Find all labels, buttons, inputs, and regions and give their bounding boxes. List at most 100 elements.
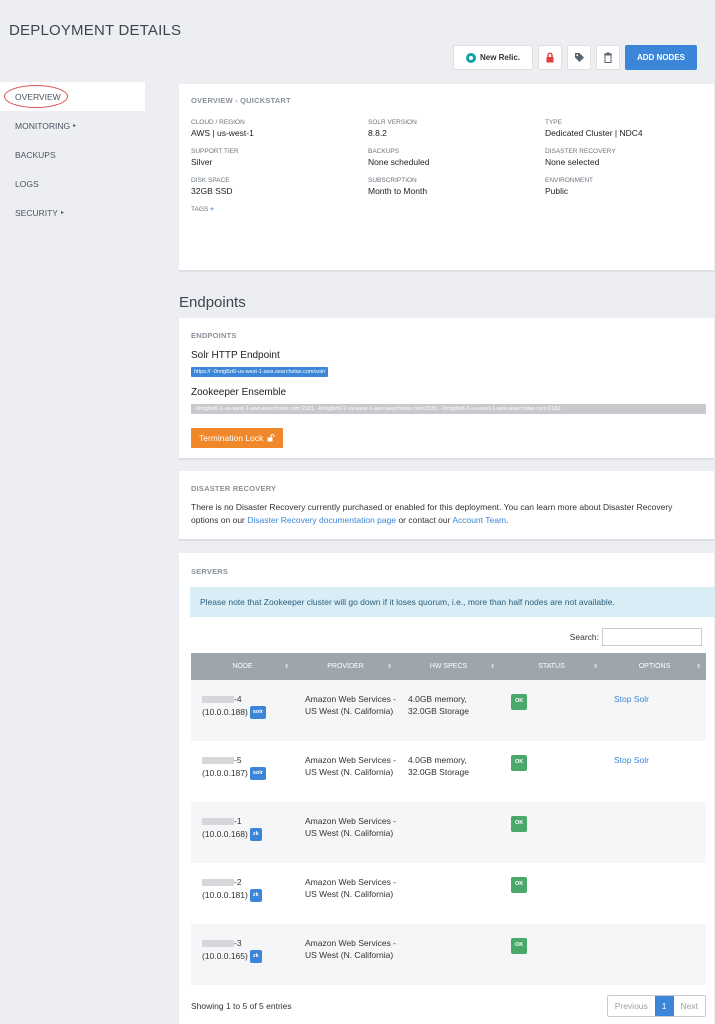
tag-button[interactable]: [567, 45, 591, 70]
sidebar-item-logs[interactable]: LOGS: [0, 169, 145, 198]
options-cell: Stop Solr: [603, 741, 706, 802]
field-disk-space: DISK SPACE 32GB SSD: [191, 177, 368, 196]
node-role-badge: zk: [249, 949, 262, 963]
column-header-provider[interactable]: PROVIDER ⬍: [294, 653, 397, 680]
options-cell: [603, 924, 706, 985]
sidebar-item-label: BACKUPS: [15, 149, 56, 160]
endpoints-section-title: Endpoints: [179, 294, 246, 311]
field-value: Dedicated Cluster | NDC4: [545, 128, 643, 138]
field-label: SUPPORT TIER: [191, 148, 239, 155]
quorum-note: Please note that Zookeeper cluster will …: [190, 587, 715, 617]
search-input[interactable]: [602, 628, 702, 646]
node-suffix: -2: [234, 877, 242, 887]
field-label: SUBSCRIPTION: [368, 177, 417, 184]
node-cell: -2 (10.0.0.181) zk: [191, 863, 294, 924]
column-header-node[interactable]: NODE ⬍: [191, 653, 294, 680]
node-cell: -4 (10.0.0.188) solr: [191, 680, 294, 741]
node-suffix: -5: [234, 755, 242, 765]
servers-table: NODE ⬍ PROVIDER ⬍ HW SPECS ⬍ STATUS ⬍ OPTION…: [191, 653, 706, 985]
field-subscription: SUBSCRIPTION Month to Month: [368, 177, 545, 196]
sidebar-item-security[interactable]: SECURITY ▸: [0, 198, 145, 227]
dr-documentation-link[interactable]: Disaster Recovery documentation page: [247, 515, 396, 525]
field-label: ENVIRONMENT: [545, 177, 594, 184]
field-label: DISASTER RECOVERY: [545, 148, 616, 155]
column-header-options[interactable]: OPTIONS ⬍: [603, 653, 706, 680]
redacted-name: [202, 940, 234, 948]
provider-cell: Amazon Web Services - US West (N. Califo…: [294, 924, 397, 985]
field-value: AWS | us-west-1: [191, 128, 254, 138]
hw-memory: 4.0GB memory,: [408, 755, 467, 765]
dr-text-part: .: [506, 515, 509, 525]
table-row: -2 (10.0.0.181) zk Amazon Web Services - U…: [191, 863, 706, 924]
provider-cell: Amazon Web Services - US West (N. Califo…: [294, 741, 397, 802]
new-relic-label: New Relic.: [479, 53, 520, 62]
new-relic-icon: [465, 52, 476, 63]
previous-page-button[interactable]: Previous: [608, 996, 655, 1016]
field-value: Public: [545, 186, 569, 196]
solr-endpoint-url[interactable]: https:// -0mtg8zi6-us-west-1-aws.searchs…: [191, 367, 329, 377]
termination-lock-button[interactable]: Termination Lock: [191, 428, 283, 448]
field-value: Silver: [191, 157, 213, 167]
sidebar-item-label: MONITORING: [15, 120, 71, 131]
stop-solr-link[interactable]: Stop Solr: [614, 755, 649, 765]
status-cell: OK: [500, 802, 603, 863]
tags-label: TAGS: [191, 206, 209, 213]
header-label: HW SPECS: [429, 663, 468, 670]
next-page-button[interactable]: Next: [674, 996, 705, 1016]
hw-storage: 32.0GB Storage: [408, 766, 469, 777]
tag-icon: [574, 53, 584, 62]
hw-specs-cell: [397, 924, 500, 985]
sort-icon: ⬍: [386, 664, 392, 670]
table-row: -4 (10.0.0.188) solr Amazon Web Services -…: [191, 680, 706, 741]
lock-button[interactable]: [538, 45, 562, 70]
page-1-button[interactable]: 1: [654, 996, 674, 1016]
field-value: Month to Month: [368, 186, 428, 196]
entries-info: Showing 1 to 5 of 5 entries: [191, 1001, 292, 1011]
options-cell: [603, 802, 706, 863]
sort-icon: ⬍: [592, 664, 598, 670]
disaster-recovery-text: There is no Disaster Recovery currently …: [191, 501, 702, 527]
sort-icon: ⬍: [695, 664, 701, 670]
field-disaster-recovery: DISASTER RECOVERY None selected: [545, 148, 705, 167]
options-cell: Stop Solr: [603, 680, 706, 741]
search-label: Search:: [569, 632, 599, 642]
node-role-badge: solr: [249, 766, 266, 780]
field-solr-version: SOLR VERSION 8.8.2: [368, 119, 545, 138]
status-badge: OK: [511, 816, 528, 832]
delete-button[interactable]: [596, 45, 620, 70]
redacted-name: [202, 818, 234, 826]
node-cell: -3 (10.0.0.165) zk: [191, 924, 294, 985]
sidebar-item-monitoring[interactable]: MONITORING ▸: [0, 111, 145, 140]
redacted-name: [202, 879, 234, 887]
add-nodes-button[interactable]: ADD NODES: [625, 45, 697, 70]
status-cell: OK: [500, 741, 603, 802]
redacted-name: [202, 696, 234, 704]
hw-specs-cell: [397, 802, 500, 863]
node-role-badge: zk: [249, 888, 262, 902]
hw-specs-cell: 4.0GB memory, 32.0GB Storage: [397, 741, 500, 802]
sidebar-item-backups[interactable]: BACKUPS: [0, 140, 145, 169]
status-cell: OK: [500, 924, 603, 985]
search-row: Search:: [191, 628, 702, 646]
table-row: -5 (10.0.0.187) solr Amazon Web Services -…: [191, 741, 706, 802]
disaster-recovery-panel: DISASTER RECOVERY There is no Disaster R…: [179, 471, 714, 541]
stop-solr-link[interactable]: Stop Solr: [614, 694, 649, 704]
node-ip: (10.0.0.181): [202, 889, 248, 900]
zookeeper-url[interactable]: -0mtg8zi6-1-us-west-1-aws.searchstax.com…: [191, 404, 706, 414]
tags-row: TAGS +: [191, 206, 702, 213]
options-cell: [603, 863, 706, 924]
header-label: NODE: [232, 663, 253, 670]
sidebar-item-overview[interactable]: OVERVIEW: [0, 82, 145, 111]
provider-cell: Amazon Web Services - US West (N. Califo…: [294, 680, 397, 741]
new-relic-button[interactable]: New Relic.: [453, 45, 533, 70]
overview-fields: CLOUD / REGION AWS | us-west-1 SOLR VERSI…: [191, 119, 702, 196]
hw-specs-cell: 4.0GB memory, 32.0GB Storage: [397, 680, 500, 741]
table-row: -1 (10.0.0.168) zk Amazon Web Services - U…: [191, 802, 706, 863]
node-ip: (10.0.0.165): [202, 950, 248, 961]
column-header-hw-specs[interactable]: HW SPECS ⬍: [397, 653, 500, 680]
column-header-status[interactable]: STATUS ⬍: [500, 653, 603, 680]
account-team-link[interactable]: Account Team: [452, 515, 506, 525]
servers-heading: SERVERS: [191, 567, 229, 576]
field-label: CLOUD / REGION: [191, 119, 245, 126]
add-tag-button[interactable]: +: [210, 206, 214, 213]
